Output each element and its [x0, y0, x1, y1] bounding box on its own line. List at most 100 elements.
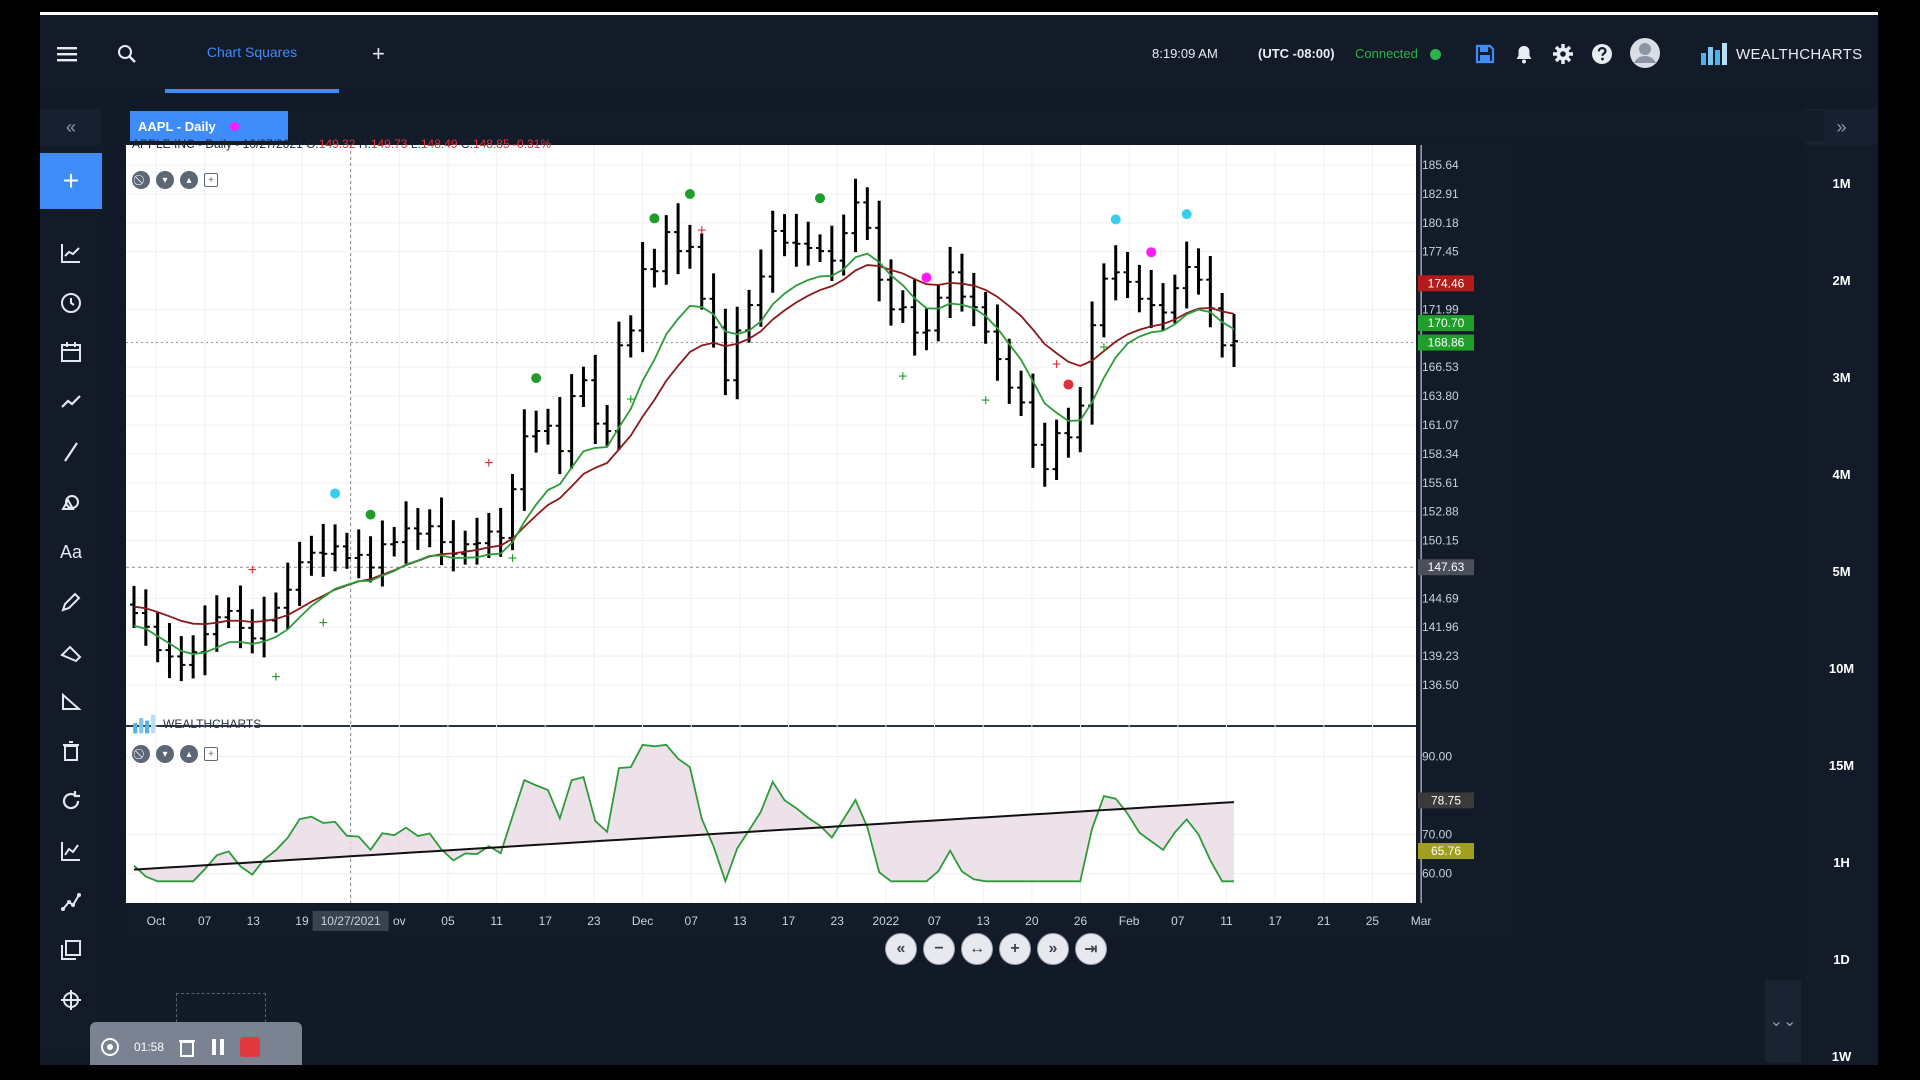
time-tick-label: 20 — [1025, 914, 1039, 928]
price-tick-label: 141.96 — [1422, 620, 1459, 634]
signal-dot-marker — [330, 488, 341, 499]
calendar-icon[interactable] — [57, 338, 85, 366]
signal-dot-marker — [365, 509, 376, 520]
zoom-out-button[interactable]: − — [923, 933, 955, 965]
watermark-logo-icon — [133, 714, 156, 734]
time-tick-label: Mar — [1411, 914, 1432, 928]
pane-expand-icon[interactable]: + — [204, 747, 218, 761]
signal-plus-marker: + — [1052, 357, 1061, 374]
collapse-left-icon[interactable]: « — [40, 109, 102, 145]
pane-expand-icon[interactable]: + — [204, 173, 218, 187]
signal-plus-marker: + — [248, 562, 257, 579]
signal-plus-marker: + — [271, 669, 280, 686]
price-tick-label: 144.69 — [1422, 591, 1459, 605]
chart-nav-controls: « − ↔ + » ⇥ — [885, 933, 1107, 965]
recorder-settings-icon[interactable] — [100, 1037, 120, 1057]
price-tick-label: 161.07 — [1422, 418, 1459, 432]
pane-controls-top: ⃠ ▾ ▴ + — [132, 171, 218, 189]
signal-plus-marker: + — [508, 550, 517, 567]
price-label-value: 147.63 — [1428, 560, 1465, 574]
timeframe-15m[interactable]: 15M — [1805, 758, 1878, 773]
pane-hide-icon[interactable]: ⃠ — [132, 171, 150, 189]
layers-icon[interactable] — [57, 936, 85, 964]
timeframe-1w[interactable]: 1W — [1805, 1049, 1878, 1064]
timeframe-1d[interactable]: 1D — [1805, 952, 1878, 967]
time-tick-label: 26 — [1074, 914, 1088, 928]
expand-down-icon[interactable]: ⌄⌄ — [1765, 980, 1801, 1062]
nodes-icon[interactable] — [57, 887, 85, 915]
add-tab-button[interactable]: + — [372, 43, 385, 65]
zoom-in-button[interactable]: + — [999, 933, 1031, 965]
tab-chart-squares[interactable]: Chart Squares — [165, 15, 339, 93]
chart-type-icon[interactable] — [57, 239, 85, 267]
time-tick-label: 19 — [295, 914, 309, 928]
ohlc-title: APPLE INC - Daily - 10/27/2021 — [132, 137, 303, 151]
signal-plus-marker: + — [981, 393, 990, 410]
price-tick-label: 139.23 — [1422, 649, 1459, 663]
top-bar: Chart Squares + 8:19:09 AM (UTC -08:00) … — [40, 15, 1878, 93]
time-tick-label: 07 — [928, 914, 942, 928]
trash-icon[interactable] — [57, 737, 85, 765]
pencil-icon[interactable] — [57, 588, 85, 616]
timeframe-3m[interactable]: 3M — [1805, 370, 1878, 385]
timeframe-1h[interactable]: 1H — [1805, 855, 1878, 870]
time-tick-label: 11 — [1220, 914, 1233, 928]
line-tool-icon[interactable] — [57, 438, 85, 466]
clock-icon[interactable] — [57, 289, 85, 317]
search-icon[interactable] — [114, 41, 140, 67]
ohlc-close-label: C: — [460, 137, 473, 151]
price-chart-svg[interactable]: 185.64 182.91 180.18 177.45 171.99 166.53 163.… — [126, 145, 1514, 939]
timeframe-1m[interactable]: 1M — [1805, 176, 1878, 191]
price-tick-label: 150.15 — [1422, 534, 1459, 548]
ohlc-high-label: H: — [358, 137, 371, 151]
scroll-forward-button[interactable]: » — [1037, 933, 1069, 965]
pane-up-icon[interactable]: ▴ — [180, 745, 198, 763]
measure-icon[interactable] — [57, 687, 85, 715]
pane-hide-icon[interactable]: ⃠ — [132, 745, 150, 763]
shapes-icon[interactable] — [57, 488, 85, 516]
gear-icon[interactable] — [1550, 41, 1576, 67]
recorder-stop-button[interactable] — [240, 1037, 261, 1057]
timezone-label: (UTC -08:00) — [1258, 46, 1335, 61]
scroll-start-button[interactable]: « — [885, 933, 917, 965]
time-tick-label: 2022 — [873, 914, 900, 928]
pane-down-icon[interactable]: ▾ — [156, 745, 174, 763]
recorder-pause-icon[interactable] — [210, 1037, 226, 1057]
scroll-end-button[interactable]: ⇥ — [1075, 933, 1107, 965]
save-icon[interactable] — [1472, 41, 1498, 67]
price-label-value: 170.70 — [1428, 316, 1465, 330]
crosshair-icon[interactable] — [57, 986, 85, 1014]
time-tick-label: 13 — [247, 914, 261, 928]
recorder-delete-icon[interactable] — [178, 1037, 196, 1057]
connection-status: Connected — [1355, 46, 1418, 61]
time-tick-label: 17 — [782, 914, 796, 928]
timeframe-5m[interactable]: 5M — [1805, 564, 1878, 579]
time-tick-label: Dec — [632, 914, 653, 928]
timeframe-2m[interactable]: 2M — [1805, 273, 1878, 288]
text-tool-icon[interactable]: Aa — [57, 538, 85, 566]
timeframe-4m[interactable]: 4M — [1805, 467, 1878, 482]
time-tick-label: 21 — [1317, 914, 1331, 928]
timeframe-10m[interactable]: 10M — [1805, 661, 1878, 676]
chart-canvas[interactable]: 185.64 182.91 180.18 177.45 171.99 166.53 163.… — [126, 145, 1514, 939]
bell-icon[interactable] — [1511, 41, 1537, 67]
add-tool-button[interactable]: + — [40, 153, 102, 209]
fit-button[interactable]: ↔ — [961, 933, 993, 965]
trend-icon[interactable] — [57, 388, 85, 416]
time-tick-label: 17 — [539, 914, 553, 928]
refresh-icon[interactable] — [57, 787, 85, 815]
avatar[interactable] — [1629, 37, 1661, 69]
help-icon[interactable] — [1589, 41, 1615, 67]
menu-icon[interactable] — [54, 41, 80, 67]
symbol-tab-label: AAPL - Daily — [138, 118, 216, 134]
ohlc-close: 148.85 — [472, 137, 510, 151]
time-tick-label: 05 — [441, 914, 455, 928]
signal-dot-marker — [1181, 209, 1192, 220]
pane-up-icon[interactable]: ▴ — [180, 171, 198, 189]
indicator-icon[interactable] — [57, 837, 85, 865]
pane-down-icon[interactable]: ▾ — [156, 171, 174, 189]
brand-logo: WEALTHCHARTS — [1700, 41, 1862, 67]
ruler-icon[interactable] — [57, 638, 85, 666]
ohlc-open: 149.32 — [318, 137, 356, 151]
symbol-color-dot-icon[interactable] — [229, 121, 239, 131]
